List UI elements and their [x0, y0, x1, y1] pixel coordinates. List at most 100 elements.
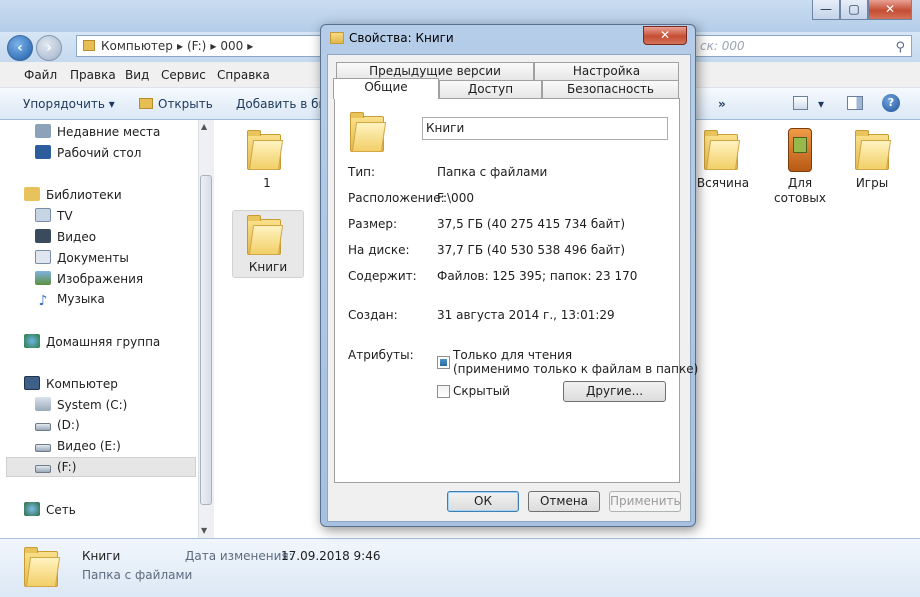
maximize-button[interactable]: ▢ [840, 0, 868, 20]
nav-label: Сеть [46, 503, 76, 517]
search-icon[interactable]: ⚲ [895, 38, 905, 58]
folder-icon[interactable] [247, 130, 284, 170]
images-icon [35, 271, 51, 285]
breadcrumb[interactable]: Компьютер ▸ (F:) ▸ 000 ▸ [76, 35, 326, 57]
nav-images[interactable]: Изображения [35, 271, 143, 286]
explorer-close-button[interactable]: ✕ [868, 0, 912, 20]
scroll-down-arrow[interactable]: ▼ [201, 526, 207, 535]
tab-access[interactable]: Доступ [439, 80, 542, 98]
folder-open-icon [139, 98, 153, 109]
nav-label: Библиотеки [46, 188, 122, 202]
details-type: Папка с файлами [82, 568, 193, 582]
folder-icon[interactable] [704, 130, 741, 170]
file-item-label[interactable]: сотовых [768, 191, 832, 205]
view-options-icon[interactable] [793, 96, 808, 110]
nav-video[interactable]: Видео [35, 229, 96, 244]
breadcrumb-sep[interactable]: ▸ [247, 39, 253, 53]
contains-label: Содержит: [348, 269, 417, 283]
video-icon [35, 229, 51, 243]
nav-label: Музыка [57, 292, 105, 306]
open-label: Открыть [158, 97, 213, 111]
details-date-label: Дата изменения: [185, 549, 293, 563]
nav-scrollbar-thumb[interactable] [200, 175, 212, 505]
computer-icon [24, 376, 40, 390]
scroll-up-arrow[interactable]: ▲ [201, 122, 207, 131]
tab-settings[interactable]: Настройка [534, 62, 679, 80]
drive-icon [35, 444, 51, 452]
nav-desktop[interactable]: Рабочий стол [35, 145, 141, 160]
nav-recent-places[interactable]: Недавние места [35, 124, 160, 139]
file-item-label[interactable]: Всячина [690, 176, 756, 190]
nav-homegroup[interactable]: Домашняя группа [24, 334, 160, 349]
nav-drive-c[interactable]: System (C:) [35, 397, 127, 412]
preview-pane-icon[interactable] [847, 96, 863, 110]
organize-button[interactable]: Упорядочить ▾ [23, 97, 115, 111]
readonly-checkbox[interactable] [437, 356, 450, 369]
breadcrumb-drive-f[interactable]: (F:) [187, 39, 206, 53]
chevron-down-icon[interactable]: ▾ [818, 97, 824, 111]
apply-button[interactable]: Применить [609, 491, 681, 512]
chevron-down-icon: ▾ [108, 97, 115, 111]
nav-drive-f[interactable]: (F:) [35, 460, 76, 474]
forward-button[interactable]: › [36, 35, 62, 61]
other-attributes-button[interactable]: Другие... [563, 381, 666, 402]
details-pane: Книги Папка с файлами Дата изменения: 17… [0, 538, 920, 597]
search-input[interactable]: ск: 000 ⚲ [694, 35, 912, 57]
menu-edit[interactable]: Правка [70, 68, 116, 82]
hidden-label[interactable]: Скрытый [453, 384, 510, 398]
details-name: Книги [82, 549, 121, 563]
library-tv-icon [35, 208, 51, 222]
desktop-icon [35, 145, 51, 159]
nav-drive-d[interactable]: (D:) [35, 418, 80, 432]
file-item-label[interactable]: Книги [232, 260, 304, 274]
attributes-label: Атрибуты: [348, 348, 414, 362]
folder-icon[interactable] [247, 215, 284, 255]
menu-tools[interactable]: Сервис [161, 68, 206, 82]
breadcrumb-sep[interactable]: ▸ [177, 39, 183, 53]
menu-file[interactable]: Файл [24, 68, 57, 82]
help-icon[interactable]: ? [882, 94, 900, 112]
nav-tv[interactable]: TV [35, 208, 73, 223]
nav-computer[interactable]: Компьютер [24, 376, 118, 391]
nav-music[interactable]: ♪ Музыка [35, 292, 105, 308]
dialog-title: Свойства: Книги [349, 31, 454, 45]
folder-name-input[interactable]: Книги [422, 117, 668, 140]
recent-places-icon [35, 124, 51, 138]
divider [348, 334, 666, 335]
nav-documents[interactable]: Документы [35, 250, 129, 265]
nav-drive-e[interactable]: Видео (E:) [35, 439, 121, 453]
ok-button[interactable]: ОК [447, 491, 519, 512]
contains-value: Файлов: 125 395; папок: 23 170 [437, 269, 638, 283]
readonly-label[interactable]: Только для чтения [453, 348, 572, 362]
open-button[interactable]: Открыть [139, 97, 213, 111]
more-commands-button[interactable]: » [718, 97, 726, 111]
tab-general[interactable]: Общие [333, 78, 439, 99]
nav-label: Изображения [57, 272, 144, 286]
breadcrumb-sep[interactable]: ▸ [210, 39, 216, 53]
nav-network[interactable]: Сеть [24, 502, 76, 517]
folder-icon [350, 112, 387, 152]
size-value: 37,5 ГБ (40 275 415 734 байт) [437, 217, 626, 231]
nav-label: Документы [57, 251, 129, 265]
nav-libraries[interactable]: Библиотеки [24, 187, 122, 202]
nav-label: Видео (E:) [57, 439, 121, 453]
nav-label: System (C:) [57, 398, 128, 412]
tab-security[interactable]: Безопасность [542, 80, 679, 98]
menu-help[interactable]: Справка [217, 68, 270, 82]
menu-view[interactable]: Вид [125, 68, 149, 82]
breadcrumb-folder[interactable]: 000 [220, 39, 243, 53]
search-placeholder: ск: 000 [700, 39, 745, 53]
file-item-label[interactable]: 1 [247, 176, 287, 190]
file-item-label[interactable]: Для [768, 176, 832, 190]
hidden-checkbox[interactable] [437, 385, 450, 398]
mobile-phone-icon[interactable] [788, 128, 812, 172]
created-value: 31 августа 2014 г., 13:01:29 [437, 308, 615, 322]
cancel-button[interactable]: Отмена [528, 491, 600, 512]
close-button[interactable]: ✕ [643, 26, 687, 45]
music-icon: ♪ [38, 293, 48, 309]
breadcrumb-computer[interactable]: Компьютер [101, 39, 173, 53]
folder-icon[interactable] [855, 130, 892, 170]
back-button[interactable]: ‹ [7, 35, 33, 61]
minimize-button[interactable]: — [812, 0, 840, 20]
file-item-label[interactable]: Игры [844, 176, 900, 190]
